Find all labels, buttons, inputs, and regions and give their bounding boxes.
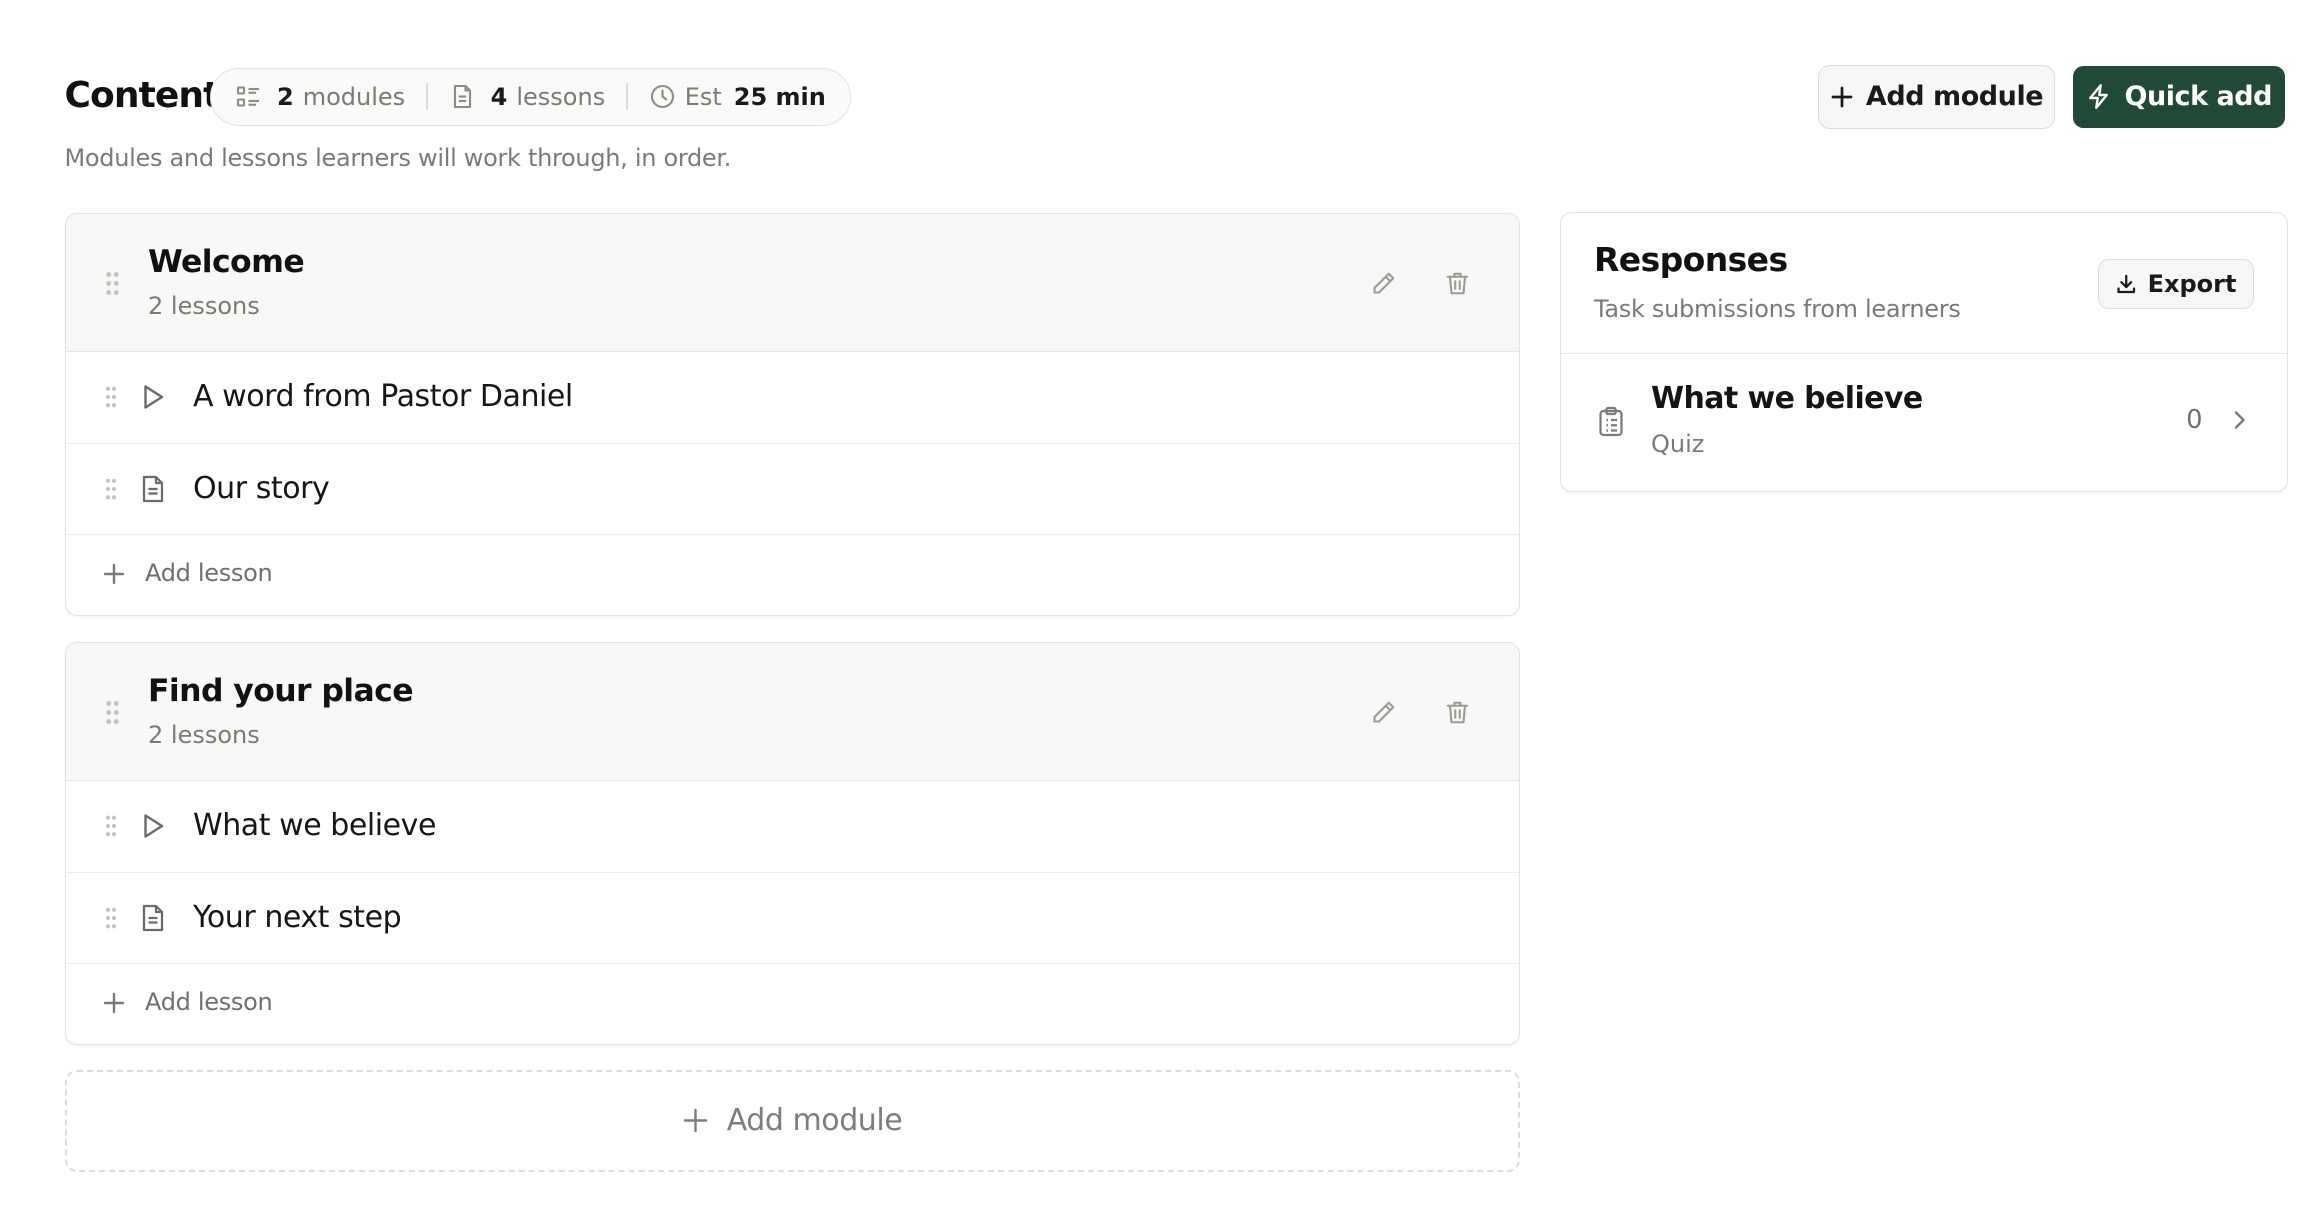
lesson-row[interactable]: A word from Pastor Daniel [65,352,1519,444]
play-icon [138,811,168,841]
time-stat: Est 25 min [649,83,826,111]
drag-handle-icon[interactable] [105,477,117,501]
lessons-count: 4 [490,82,508,111]
page-subtitle: Modules and lessons learners will work t… [64,144,732,172]
responses-subtitle: Task submissions from learners [1594,295,1961,323]
pencil-icon[interactable] [1370,270,1397,297]
responses-title: Responses [1594,239,1788,279]
chevron-right-icon [2227,408,2251,432]
add-module-button[interactable]: Add module [1818,64,2055,129]
drag-handle-icon[interactable] [105,385,117,409]
response-item-count: 0 [2186,404,2203,435]
module-lesson-count: 2 lessons [148,292,260,320]
add-module-label: Add module [1865,81,2044,113]
content-page: Content 2 modules 4 lessons Est 25 min A… [0,0,2316,1212]
content-header: Content 2 modules 4 lessons Est 25 min A… [64,64,2285,129]
drag-handle-icon[interactable] [105,270,120,297]
quick-add-button[interactable]: Quick add [2073,66,2285,128]
content-stats: 2 modules 4 lessons Est 25 min [210,67,851,126]
lesson-title: Our story [193,470,330,506]
add-module-dashed-label: Add module [726,1103,903,1138]
response-item[interactable]: What we believe Quiz 0 [1561,354,2287,492]
module-title: Welcome [148,244,305,280]
trash-icon[interactable] [1444,270,1471,297]
trash-icon[interactable] [1444,699,1471,726]
play-icon [138,382,168,412]
module-lesson-count: 2 lessons [148,721,260,749]
module-header: Welcome 2 lessons [65,214,1519,352]
plus-icon [102,991,126,1015]
module-title: Find your place [148,673,414,709]
lesson-row[interactable]: Our story [65,443,1519,535]
response-item-name: What we believe [1651,380,1923,416]
lesson-row[interactable]: Your next step [65,872,1519,964]
export-button[interactable]: Export [2097,259,2254,309]
document-icon [449,83,476,110]
module-header: Find your place 2 lessons [65,643,1519,781]
export-label: Export [2147,269,2237,298]
add-lesson-label: Add lesson [145,559,273,587]
list-icon [235,83,262,110]
lesson-title: What we believe [193,808,436,843]
lessons-label: lessons [516,82,606,111]
responses-header: Responses Task submissions from learners… [1561,213,2287,354]
page-title: Content [64,75,221,116]
drag-handle-icon[interactable] [105,814,117,838]
module-card: Welcome 2 lessons A word from Pastor Dan… [64,213,1520,616]
stat-divider [626,83,628,111]
download-icon [2115,273,2138,296]
modules-count: 2 [277,82,294,111]
drag-handle-icon[interactable] [105,699,120,726]
document-icon [138,474,168,504]
lightning-icon [2085,83,2112,110]
add-lesson-button[interactable]: Add lesson [66,535,1519,614]
plus-icon [682,1107,709,1134]
plus-icon [1830,85,1854,109]
est-label: Est [684,82,722,111]
pencil-icon[interactable] [1370,699,1397,726]
lesson-title: Your next step [193,899,402,935]
lesson-title: A word from Pastor Daniel [193,379,573,414]
modules-stat: 2 modules [235,83,405,111]
add-lesson-button[interactable]: Add lesson [66,964,1519,1043]
drag-handle-icon[interactable] [105,906,117,930]
response-item-kind: Quiz [1651,430,1705,458]
clipboard-icon [1596,405,1626,438]
responses-panel: Responses Task submissions from learners… [1560,211,2288,492]
quick-add-label: Quick add [2124,81,2273,113]
add-lesson-label: Add lesson [145,988,273,1016]
modules-label: modules [302,82,406,111]
add-module-dashed-button[interactable]: Add module [64,1069,1520,1172]
document-icon [138,903,168,933]
est-value: 25 min [733,82,826,111]
lessons-stat: 4 lessons [449,82,606,111]
lesson-row[interactable]: What we believe [65,781,1519,873]
stat-divider [426,83,428,111]
plus-icon [102,562,126,586]
clock-icon [649,83,676,110]
module-card: Find your place 2 lessons What we believ… [64,642,1520,1045]
